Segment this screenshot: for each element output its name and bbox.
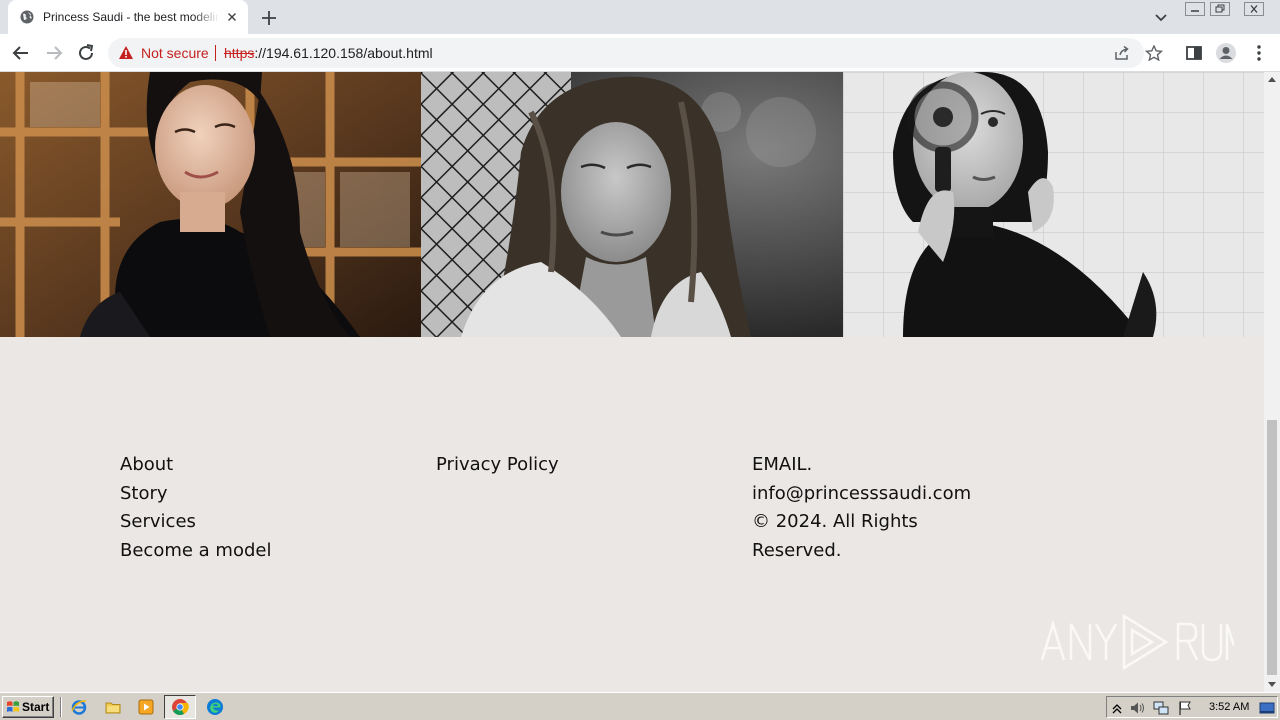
edge-icon[interactable] [206,698,224,716]
bookmark-star-icon[interactable] [1145,45,1163,61]
tab-title: Princess Saudi - the best modeling agenc… [43,10,219,24]
tab-strip: Princess Saudi - the best modeling agenc… [0,0,1280,34]
side-panel-icon[interactable] [1183,42,1205,64]
email-label: EMAIL. [752,454,813,475]
footer-link-story[interactable]: Story [120,480,271,509]
close-window-icon[interactable] [1244,2,1264,16]
url-text[interactable]: https://194.61.120.158/about.html [224,45,433,61]
photo-gallery [0,72,1264,337]
address-bar[interactable]: Not secure https://194.61.120.158/about.… [108,38,1163,68]
start-label: Start [22,700,50,714]
vertical-scrollbar[interactable] [1264,72,1280,692]
browser-toolbar: Not secure https://194.61.120.158/about.… [0,34,1280,72]
reload-icon[interactable] [75,42,97,64]
separator [215,45,216,61]
gallery-photo-2 [421,72,843,337]
anyrun-watermark-logo [1040,613,1234,671]
restore-icon[interactable] [1210,2,1230,16]
media-player-icon[interactable] [137,698,155,716]
scroll-up-arrow-icon[interactable] [1264,72,1280,88]
email-link[interactable]: info@princesssaudi.com [752,480,971,509]
gallery-photo-1 [0,72,421,337]
volume-icon[interactable] [1129,700,1145,716]
warning-icon [119,46,133,59]
start-button[interactable]: Start [2,696,54,718]
woman-magnifying-glass-photo [843,72,1264,337]
forward-arrow-icon[interactable] [43,42,65,64]
footer-legal-column: Privacy Policy [436,451,559,480]
copyright-text: © 2024. All Rights [752,511,918,533]
woman-smiling-eyes-closed-photo [0,72,421,337]
taskbar-clock[interactable]: 3:52 AM [1209,701,1249,713]
menu-dots-icon[interactable] [1248,42,1270,64]
security-status[interactable]: Not secure [141,45,209,61]
internet-explorer-icon[interactable] [70,698,88,716]
system-tray: 3:52 AM [1106,696,1278,718]
close-tab-icon[interactable] [224,9,240,25]
taskbar-chrome-button[interactable] [164,695,196,719]
url-scheme: https [224,45,255,61]
windows-taskbar: Start 3:52 AM [0,692,1280,720]
page-viewport: About Story Services Become a model Priv… [0,72,1264,692]
minimize-icon[interactable] [1185,2,1205,16]
url-host: ://194.61.120.158/about.html [254,45,433,61]
windows-logo-icon [7,701,19,712]
scroll-down-arrow-icon[interactable] [1264,676,1280,692]
globe-icon [20,10,34,24]
taskbar-separator [60,697,62,717]
footer-link-become-model[interactable]: Become a model [120,537,271,566]
browser-tab[interactable]: Princess Saudi - the best modeling agenc… [8,0,248,34]
woman-freckles-fence-photo [421,72,843,337]
footer-link-about[interactable]: About [120,451,271,480]
network-icon[interactable] [1153,700,1169,716]
footer-contact-column: EMAIL. info@princesssaudi.com © 2024. Al… [752,451,971,566]
profile-avatar-icon[interactable] [1215,42,1237,64]
show-hidden-icons-icon[interactable] [1109,700,1125,716]
file-explorer-icon[interactable] [104,698,122,716]
copyright-text-continued: Reserved. [752,540,842,562]
gallery-photo-3 [843,72,1264,337]
footer-link-privacy-policy[interactable]: Privacy Policy [436,451,559,480]
scroll-thumb[interactable] [1267,420,1277,675]
footer-nav-column: About Story Services Become a model [120,451,271,566]
show-desktop-icon[interactable] [1259,700,1275,716]
chevron-down-icon[interactable] [1152,10,1170,26]
share-icon[interactable] [1113,45,1131,61]
site-footer: About Story Services Become a model Priv… [0,337,1264,692]
back-arrow-icon[interactable] [10,42,32,64]
chrome-icon [172,699,189,715]
action-center-flag-icon[interactable] [1177,700,1193,716]
new-tab-icon[interactable] [258,7,280,29]
footer-link-services[interactable]: Services [120,508,271,537]
